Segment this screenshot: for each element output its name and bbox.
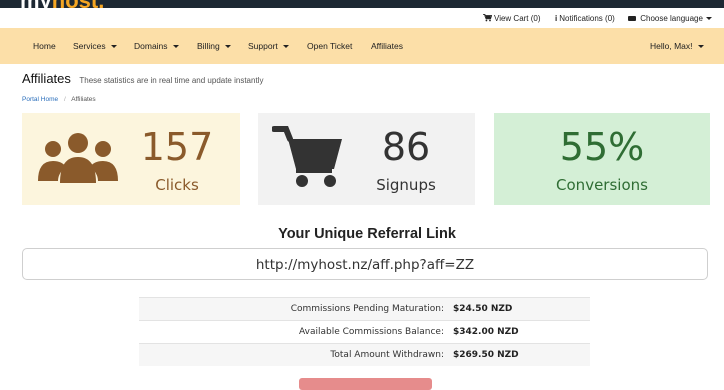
clicks-count: 157 <box>140 125 214 169</box>
main-nav: Home Services Domains Billing Support Op… <box>0 28 724 64</box>
commission-label: Total Amount Withdrawn: <box>330 350 444 360</box>
nav-support[interactable]: Support <box>248 41 289 51</box>
breadcrumb: Portal Home / Affiliates <box>22 96 96 103</box>
breadcrumb-separator: / <box>63 96 66 103</box>
header-bar: myhost. <box>0 0 724 8</box>
page-title: Affiliates These statistics are in real … <box>22 70 263 88</box>
signups-label: Signups <box>376 176 436 194</box>
page-heading: Affiliates <box>22 71 71 86</box>
chevron-down-icon <box>705 17 712 21</box>
commission-label: Commissions Pending Maturation: <box>290 304 444 314</box>
stat-clicks: 157 Clicks <box>22 113 240 205</box>
commission-label: Available Commissions Balance: <box>299 327 444 337</box>
commission-value: $269.50 NZD <box>453 350 519 360</box>
chevron-down-icon <box>110 45 117 49</box>
users-icon <box>38 133 118 183</box>
language-icon <box>628 16 636 21</box>
page-subtitle: These statistics are in real time and up… <box>79 76 264 85</box>
signups-count: 86 <box>381 125 431 169</box>
cart-icon <box>272 126 342 187</box>
notifications-link[interactable]: i Notifications (0) <box>555 14 615 23</box>
info-icon: i <box>555 14 558 23</box>
nav-services[interactable]: Services <box>73 41 117 51</box>
chevron-down-icon <box>224 45 231 49</box>
conversions-label: Conversions <box>556 176 648 194</box>
nav-affiliates[interactable]: Affiliates <box>371 41 403 51</box>
table-row: Commissions Pending Maturation: $24.50 N… <box>139 297 590 320</box>
breadcrumb-current: Affiliates <box>71 96 96 103</box>
referral-link-text[interactable]: http://myhost.nz/aff.php?aff=ZZ <box>23 257 707 273</box>
breadcrumb-home[interactable]: Portal Home <box>22 96 58 103</box>
nav-home[interactable]: Home <box>33 41 56 51</box>
cart-icon <box>483 14 493 22</box>
utility-bar: View Cart (0) i Notifications (0) Choose … <box>0 8 724 28</box>
table-row: Available Commissions Balance: $342.00 N… <box>139 320 590 343</box>
stat-signups: 86 Signups <box>258 113 475 205</box>
nav-open-ticket[interactable]: Open Ticket <box>307 41 352 51</box>
chevron-down-icon <box>697 45 704 49</box>
nav-domains[interactable]: Domains <box>134 41 179 51</box>
request-withdrawal-button[interactable] <box>299 378 432 390</box>
nav-billing[interactable]: Billing <box>197 41 231 51</box>
chevron-down-icon <box>172 45 179 49</box>
language-selector[interactable]: Choose language <box>628 14 712 23</box>
view-cart-link[interactable]: View Cart (0) <box>483 14 541 23</box>
referral-link-field[interactable]: http://myhost.nz/aff.php?aff=ZZ <box>22 248 708 280</box>
chevron-down-icon <box>282 45 289 49</box>
commission-value: $342.00 NZD <box>453 327 519 337</box>
commissions-table: Commissions Pending Maturation: $24.50 N… <box>139 297 590 366</box>
user-menu[interactable]: Hello, Max! <box>650 41 704 51</box>
site-logo[interactable]: myhost. <box>20 0 104 8</box>
stat-conversions: 55% Conversions <box>494 113 710 205</box>
referral-heading: Your Unique Referral Link <box>278 226 456 242</box>
commission-value: $24.50 NZD <box>453 304 513 314</box>
table-row: Total Amount Withdrawn: $269.50 NZD <box>139 343 590 366</box>
conversions-rate: 55% <box>559 125 645 169</box>
clicks-label: Clicks <box>155 176 199 194</box>
